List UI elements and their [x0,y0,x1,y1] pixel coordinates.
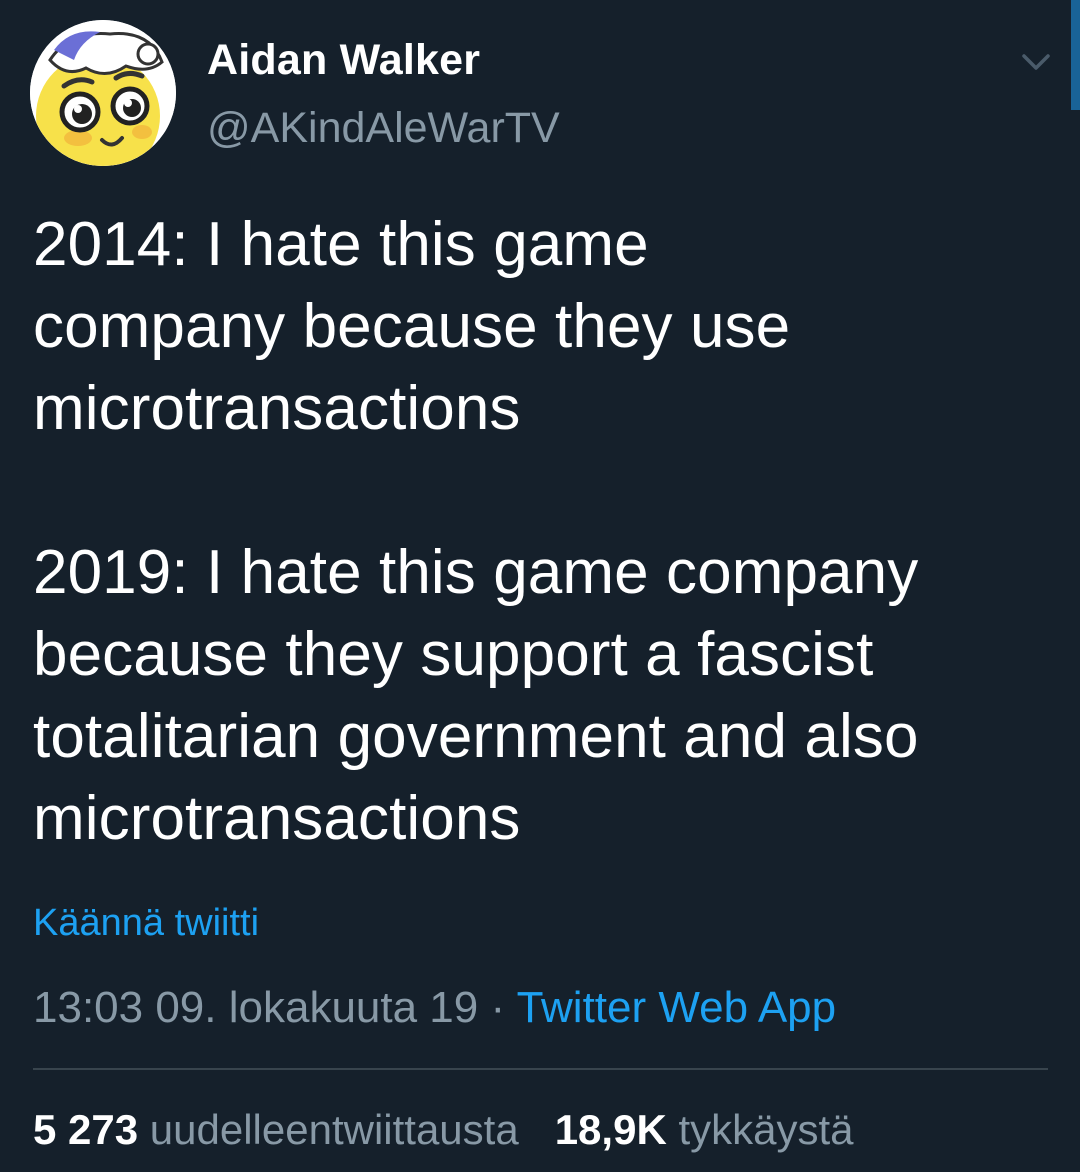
retweets-label: uudelleentwiittausta [149,1106,519,1153]
avatar[interactable] [30,20,176,166]
retweets-count: 5 273 [33,1106,139,1153]
tweet-detail: Aidan Walker @AKindAleWarTV 2014: I hate… [0,0,1080,1172]
divider [33,1068,1048,1070]
meta-separator: · [478,983,517,1032]
retweets-stat[interactable]: 5 273 uudelleentwiittausta [33,1106,519,1153]
avatar-icon [30,20,176,166]
tweet-meta: 13:03 09. lokakuuta 19 · Twitter Web App [33,983,836,1033]
tweet-stats: 5 273 uudelleentwiittausta 18,9K tykkäyst… [33,1106,854,1154]
likes-stat[interactable]: 18,9K tykkäystä [555,1106,854,1153]
likes-label: tykkäystä [678,1106,854,1153]
tweet-text: 2014: I hate this game company because t… [33,210,919,853]
translate-tweet-link[interactable]: Käännä twiitti [33,902,259,945]
chevron-down-icon[interactable] [1016,44,1056,78]
tweet-timestamp[interactable]: 13:03 09. lokakuuta 19 [33,983,478,1032]
author-handle[interactable]: @AKindAleWarTV [207,104,560,153]
author-name[interactable]: Aidan Walker [207,36,480,85]
tweet-source-link[interactable]: Twitter Web App [517,983,837,1032]
scroll-indicator[interactable] [1071,0,1080,110]
likes-count: 18,9K [554,1106,667,1153]
